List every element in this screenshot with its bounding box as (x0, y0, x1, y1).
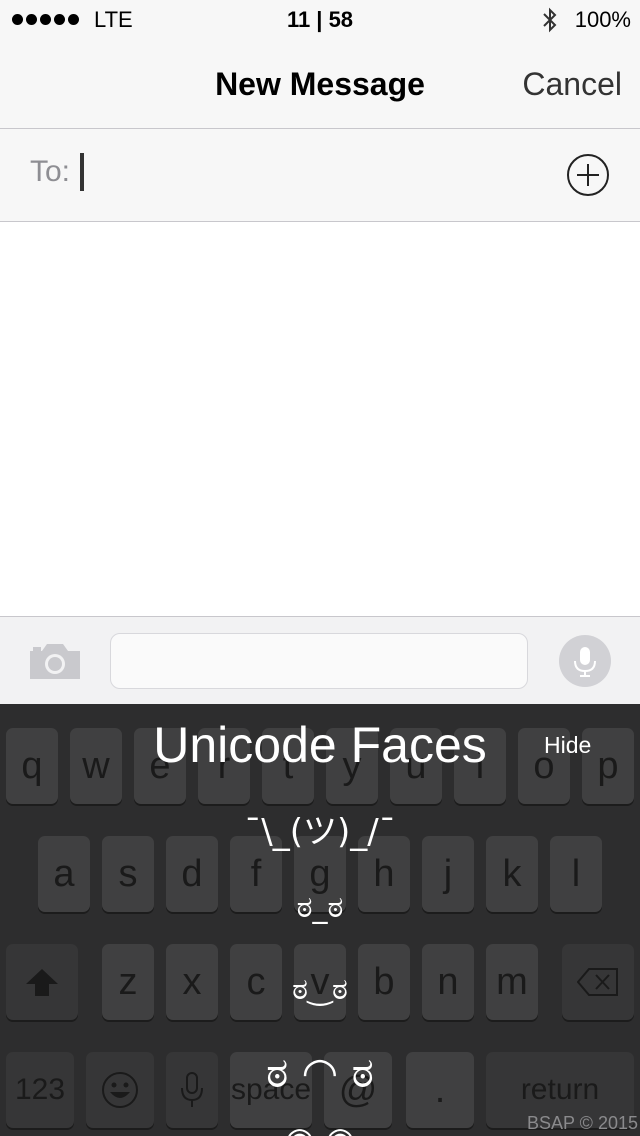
hide-button[interactable]: Hide (544, 732, 591, 759)
message-thread-area (0, 222, 640, 616)
credit-text: BSAP © 2015 (526, 1113, 638, 1133)
compose-bar (0, 616, 640, 705)
face-smile[interactable]: ಠ‿ಠ (0, 972, 640, 1007)
face-shrug[interactable]: ¯\_(ツ)_/¯ (0, 804, 640, 853)
recipient-input[interactable] (80, 151, 540, 195)
camera-icon[interactable] (28, 641, 82, 681)
battery-percent: 100% (574, 7, 631, 32)
microphone-icon[interactable] (559, 635, 611, 687)
cancel-button[interactable]: Cancel (522, 66, 622, 103)
screen: LTE 11 | 58 100% New Message Cancel To: (0, 0, 640, 1136)
status-bar: LTE 11 | 58 100% (0, 0, 640, 42)
face-frown[interactable]: ಠ ◠ ಠ (0, 1048, 640, 1098)
navigation-bar: New Message Cancel (0, 42, 640, 129)
message-input[interactable] (110, 633, 528, 689)
bluetooth-icon (543, 7, 557, 33)
recipient-row: To: (0, 129, 640, 222)
to-label: To: (30, 155, 71, 188)
text-caret (80, 153, 84, 191)
face-look-of-disapproval[interactable]: ಠ_ಠ (0, 890, 640, 925)
unicode-faces-panel: Unicode Faces Hide ¯\_(ツ)_/¯ ಠ_ಠ ಠ‿ಠ ಠ ◠… (0, 704, 640, 1136)
add-contact-button[interactable] (566, 153, 610, 197)
